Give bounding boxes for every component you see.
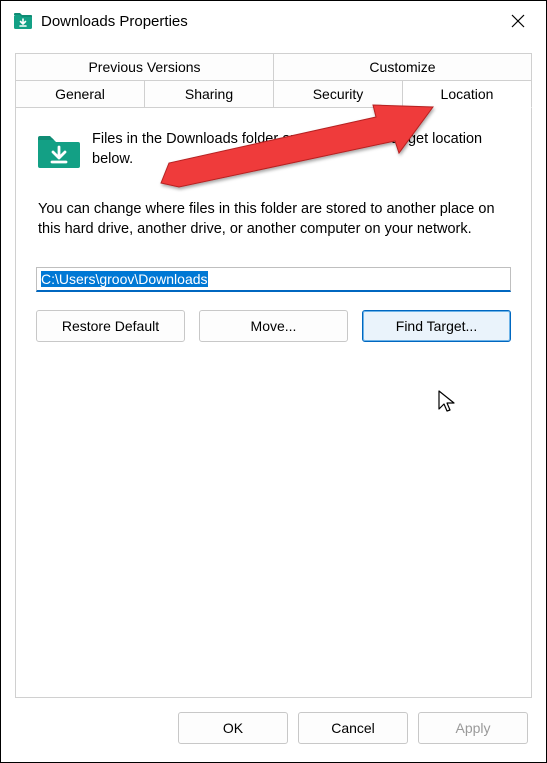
location-path-value: C:\Users\groov\Downloads	[41, 271, 208, 287]
apply-button[interactable]: Apply	[418, 712, 528, 744]
tab-location[interactable]: Location	[403, 80, 532, 108]
find-target-button[interactable]: Find Target...	[362, 310, 511, 342]
window-title: Downloads Properties	[41, 13, 498, 30]
move-button[interactable]: Move...	[199, 310, 348, 342]
tab-panel-location: Files in the Downloads folder are stored…	[15, 108, 532, 698]
tab-customize[interactable]: Customize	[274, 53, 532, 80]
location-path-input[interactable]: C:\Users\groov\Downloads	[36, 267, 511, 292]
tab-general[interactable]: General	[15, 80, 145, 108]
tab-security[interactable]: Security	[274, 80, 403, 108]
cancel-button[interactable]: Cancel	[298, 712, 408, 744]
ok-button[interactable]: OK	[178, 712, 288, 744]
tab-previous-versions[interactable]: Previous Versions	[15, 53, 274, 80]
downloads-folder-icon	[13, 11, 33, 31]
tabs: Previous Versions Customize General Shar…	[15, 53, 532, 108]
tab-sharing[interactable]: Sharing	[145, 80, 274, 108]
close-button[interactable]	[498, 5, 538, 37]
titlebar: Downloads Properties	[1, 1, 546, 41]
dialog-footer: OK Cancel Apply	[15, 698, 532, 750]
restore-default-button[interactable]: Restore Default	[36, 310, 185, 342]
close-icon	[511, 14, 525, 28]
intro-text: Files in the Downloads folder are stored…	[92, 130, 511, 169]
downloads-folder-large-icon	[36, 132, 80, 170]
window-body: Previous Versions Customize General Shar…	[1, 41, 546, 762]
explain-text: You can change where files in this folde…	[38, 200, 509, 239]
